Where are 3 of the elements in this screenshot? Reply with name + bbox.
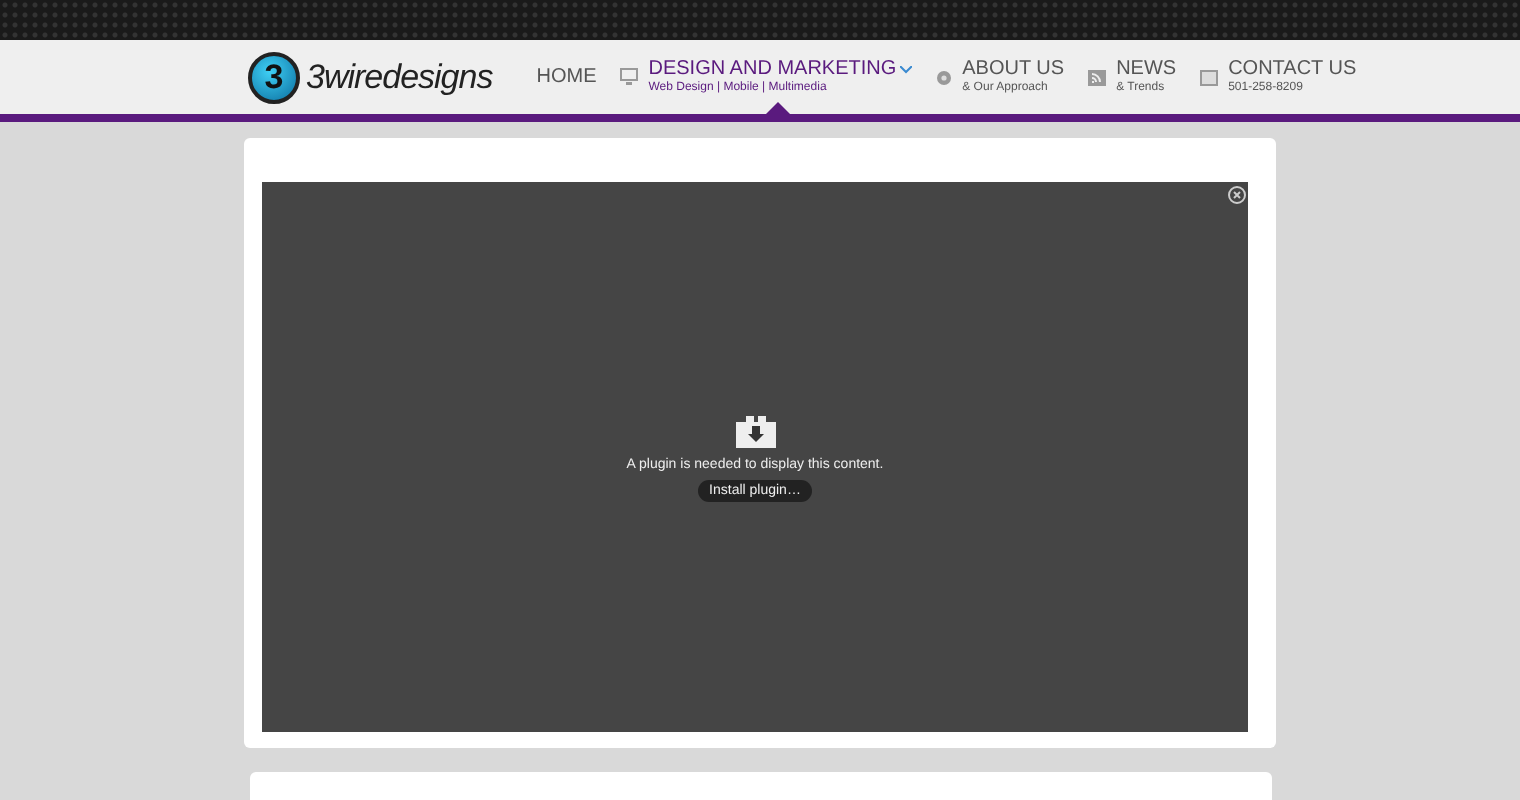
logo-text[interactable]: 3wiredesigns — [306, 57, 493, 97]
nav-link[interactable]: HOME — [536, 40, 597, 114]
logo-mark[interactable]: 3 — [248, 51, 300, 103]
